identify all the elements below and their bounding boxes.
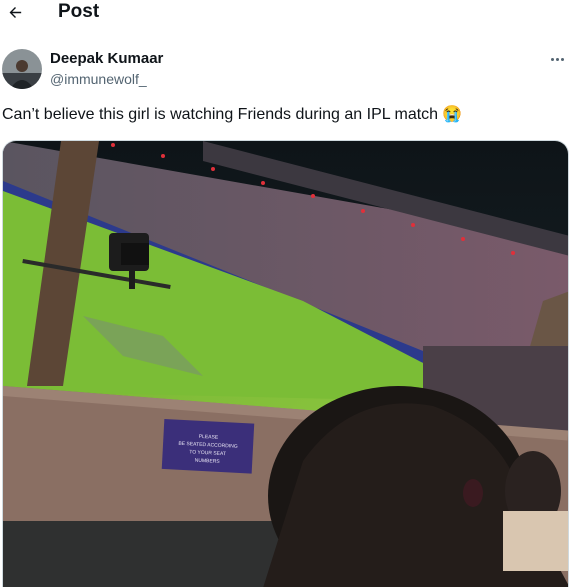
more-options-button[interactable]	[546, 52, 568, 66]
sign-line-1: PLEASE	[199, 434, 219, 441]
crying-emoji-icon: 😭	[442, 106, 462, 123]
avatar[interactable]	[2, 49, 42, 89]
tweet-text: Can’t believe this girl is watching Frie…	[2, 104, 462, 126]
page-title: Post	[58, 1, 100, 22]
back-button[interactable]	[4, 0, 26, 24]
author-handle[interactable]: @immunewolf_	[50, 70, 147, 88]
arrow-left-icon	[9, 6, 21, 18]
tweet-image[interactable]: PLEASE BE SEATED ACCORDING TO YOUR SEAT …	[2, 140, 569, 587]
more-dots-icon	[550, 57, 554, 61]
author-name[interactable]: Deepak Kumaar	[50, 50, 163, 68]
tweet-body: Can’t believe this girl is watching Frie…	[2, 106, 439, 123]
top-bar: Post	[0, 0, 580, 26]
